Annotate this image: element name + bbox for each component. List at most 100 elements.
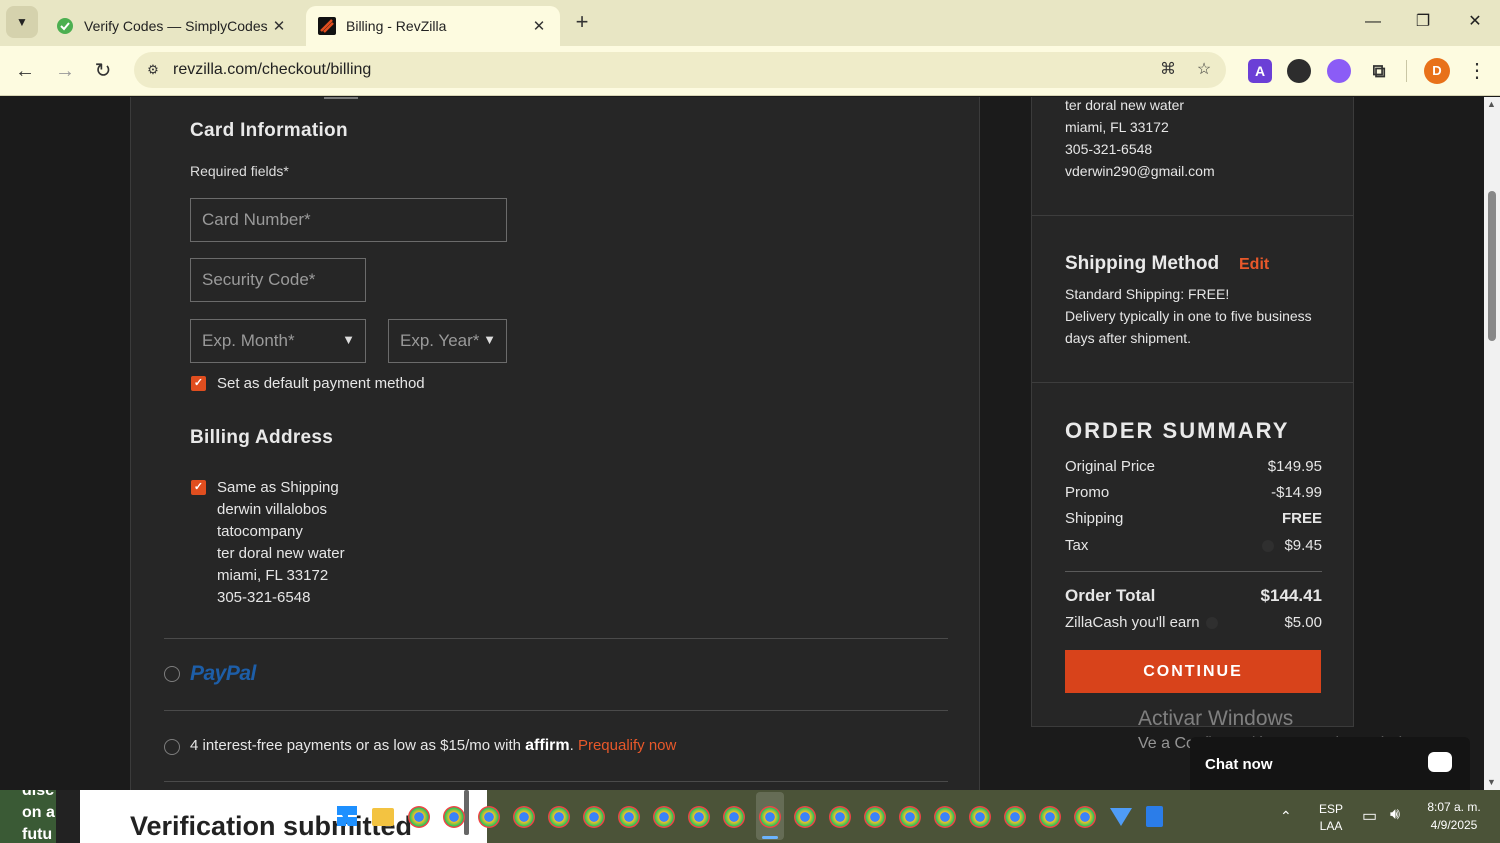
- contact-city: miami, FL 33172: [1065, 119, 1169, 135]
- network-icon[interactable]: ▭: [1362, 806, 1377, 826]
- scroll-up-icon[interactable]: ▲: [1487, 99, 1496, 109]
- reload-button[interactable]: ↻: [88, 56, 118, 86]
- menu-kebab-icon[interactable]: ⋮: [1462, 56, 1492, 86]
- notification-text: Verification submitted: [130, 811, 413, 841]
- continue-button[interactable]: CONTINUE: [1065, 650, 1321, 693]
- restore-button[interactable]: ❐: [1400, 6, 1446, 38]
- card-number-input[interactable]: Card Number*: [190, 198, 507, 242]
- tab-search-button[interactable]: ▼: [6, 6, 38, 38]
- chrome-icon[interactable]: [688, 806, 710, 828]
- chrome-icon[interactable]: [618, 806, 640, 828]
- clock[interactable]: 8:07 a. m. 4/9/2025: [1422, 800, 1486, 832]
- summary-label: Tax: [1065, 537, 1089, 554]
- chevron-down-icon: ▼: [483, 332, 496, 347]
- contact-street: ter doral new water: [1065, 97, 1185, 113]
- chrome-icon[interactable]: [653, 806, 675, 828]
- tax-info-icon[interactable]: [1262, 540, 1274, 552]
- chrome-icon[interactable]: [759, 806, 781, 828]
- default-payment-checkbox[interactable]: ✓: [191, 376, 206, 391]
- chrome-icon[interactable]: [548, 806, 570, 828]
- chrome-icon[interactable]: [478, 806, 500, 828]
- divider: [1065, 571, 1322, 572]
- chrome-icon[interactable]: [1004, 806, 1026, 828]
- profile-avatar[interactable]: D: [1424, 58, 1450, 84]
- clock-time: 8:07 a. m.: [1427, 800, 1481, 814]
- language-indicator[interactable]: ESP LAA: [1314, 802, 1348, 833]
- tab-title: Verify Codes — SimplyCodes: [84, 18, 268, 34]
- chrome-icon[interactable]: [443, 806, 465, 828]
- exp-month-select[interactable]: Exp. Month* ▼: [190, 319, 366, 363]
- page-scrollbar[interactable]: ▲ ▼: [1484, 97, 1500, 790]
- summary-row-original-price: Original Price $149.95: [1065, 458, 1322, 475]
- chrome-icon[interactable]: [408, 806, 430, 828]
- paypal-radio[interactable]: [164, 666, 180, 682]
- same-as-shipping-checkbox[interactable]: ✓: [191, 480, 206, 495]
- extension-swirl-icon[interactable]: [1327, 59, 1351, 83]
- tab-close-icon[interactable]: ✕: [530, 17, 548, 35]
- file-explorer-icon[interactable]: [372, 808, 394, 826]
- paypal-logo[interactable]: PayPal: [190, 662, 256, 686]
- scroll-thumb[interactable]: [1488, 191, 1496, 341]
- same-as-shipping-label[interactable]: Same as Shipping: [217, 479, 339, 496]
- back-button[interactable]: ←: [10, 56, 40, 86]
- exp-year-placeholder: Exp. Year*: [400, 331, 480, 350]
- default-payment-label[interactable]: Set as default payment method: [217, 375, 425, 392]
- revzilla-favicon-icon: [318, 17, 336, 35]
- chrome-icon[interactable]: [513, 806, 535, 828]
- tray-chevron-up-icon[interactable]: ⌃: [1280, 808, 1292, 825]
- summary-value: FREE: [1281, 510, 1322, 527]
- chrome-icon[interactable]: [969, 806, 991, 828]
- bookmark-star-icon[interactable]: ☆: [1192, 59, 1216, 81]
- chrome-icon[interactable]: [864, 806, 886, 828]
- chrome-icon[interactable]: [899, 806, 921, 828]
- summary-value: -$14.99: [1271, 484, 1322, 501]
- translate-icon[interactable]: ⌘: [1156, 59, 1180, 81]
- extension-a-icon[interactable]: A: [1248, 59, 1272, 83]
- chat-widget[interactable]: Chat now: [1190, 737, 1470, 791]
- address-bar[interactable]: ⚙ revzilla.com/checkout/billing ⌘ ☆: [134, 52, 1226, 88]
- browser-toolbar: ← → ↻ ⚙ revzilla.com/checkout/billing ⌘ …: [0, 46, 1500, 96]
- order-total-row: Order Total $144.41: [1065, 586, 1322, 606]
- new-tab-button[interactable]: +: [568, 8, 596, 36]
- url-text[interactable]: revzilla.com/checkout/billing: [173, 61, 371, 79]
- tab-revzilla[interactable]: Billing - RevZilla ✕: [306, 6, 560, 46]
- tab-close-icon[interactable]: ✕: [270, 17, 288, 35]
- volume-icon[interactable]: 🔊︎: [1390, 806, 1400, 824]
- chrome-icon[interactable]: [794, 806, 816, 828]
- billing-address-title: Billing Address: [190, 427, 334, 448]
- affirm-logo: affirm: [525, 737, 570, 754]
- affirm-radio[interactable]: [164, 739, 180, 755]
- chrome-icon[interactable]: [1074, 806, 1096, 828]
- zillacash-info-icon[interactable]: [1205, 617, 1218, 630]
- chrome-icon[interactable]: [583, 806, 605, 828]
- tab-simplycodes[interactable]: Verify Codes — SimplyCodes ✕: [44, 6, 300, 46]
- affirm-option[interactable]: 4 interest-free payments or as low as $1…: [190, 737, 676, 755]
- billing-company: tatocompany: [217, 523, 303, 540]
- exp-month-placeholder: Exp. Month*: [202, 331, 295, 350]
- security-code-input[interactable]: Security Code*: [190, 258, 366, 302]
- chrome-icon[interactable]: [1039, 806, 1061, 828]
- card-info-title: Card Information: [190, 120, 348, 141]
- forward-button[interactable]: →: [50, 56, 80, 86]
- affirm-text: 4 interest-free payments or as low as $1…: [190, 737, 521, 754]
- prequalify-link[interactable]: Prequalify now: [578, 737, 676, 754]
- site-info-icon[interactable]: ⚙: [142, 59, 164, 81]
- shipping-line: days after shipment.: [1065, 330, 1192, 346]
- extensions-puzzle-icon[interactable]: ⧉: [1367, 59, 1391, 83]
- scroll-down-icon[interactable]: ▼: [1487, 777, 1496, 787]
- extension-agent-icon[interactable]: [1287, 59, 1311, 83]
- minimize-button[interactable]: —: [1350, 6, 1396, 38]
- vpn-app-icon[interactable]: [1110, 808, 1132, 826]
- close-window-button[interactable]: ✕: [1452, 6, 1498, 38]
- toolbar-divider: [1406, 60, 1407, 82]
- shipping-line: Standard Shipping: FREE!: [1065, 286, 1230, 302]
- chrome-icon[interactable]: [723, 806, 745, 828]
- exp-year-select[interactable]: Exp. Year* ▼: [388, 319, 507, 363]
- notepad-icon[interactable]: [1146, 806, 1163, 827]
- shipping-method-title: Shipping Method: [1065, 253, 1220, 274]
- edit-shipping-link[interactable]: Edit: [1239, 256, 1269, 274]
- order-total-value: $144.41: [1260, 586, 1322, 605]
- chrome-icon[interactable]: [829, 806, 851, 828]
- chrome-icon[interactable]: [934, 806, 956, 828]
- checkout-page: Card Information Required fields* Card N…: [0, 97, 1500, 790]
